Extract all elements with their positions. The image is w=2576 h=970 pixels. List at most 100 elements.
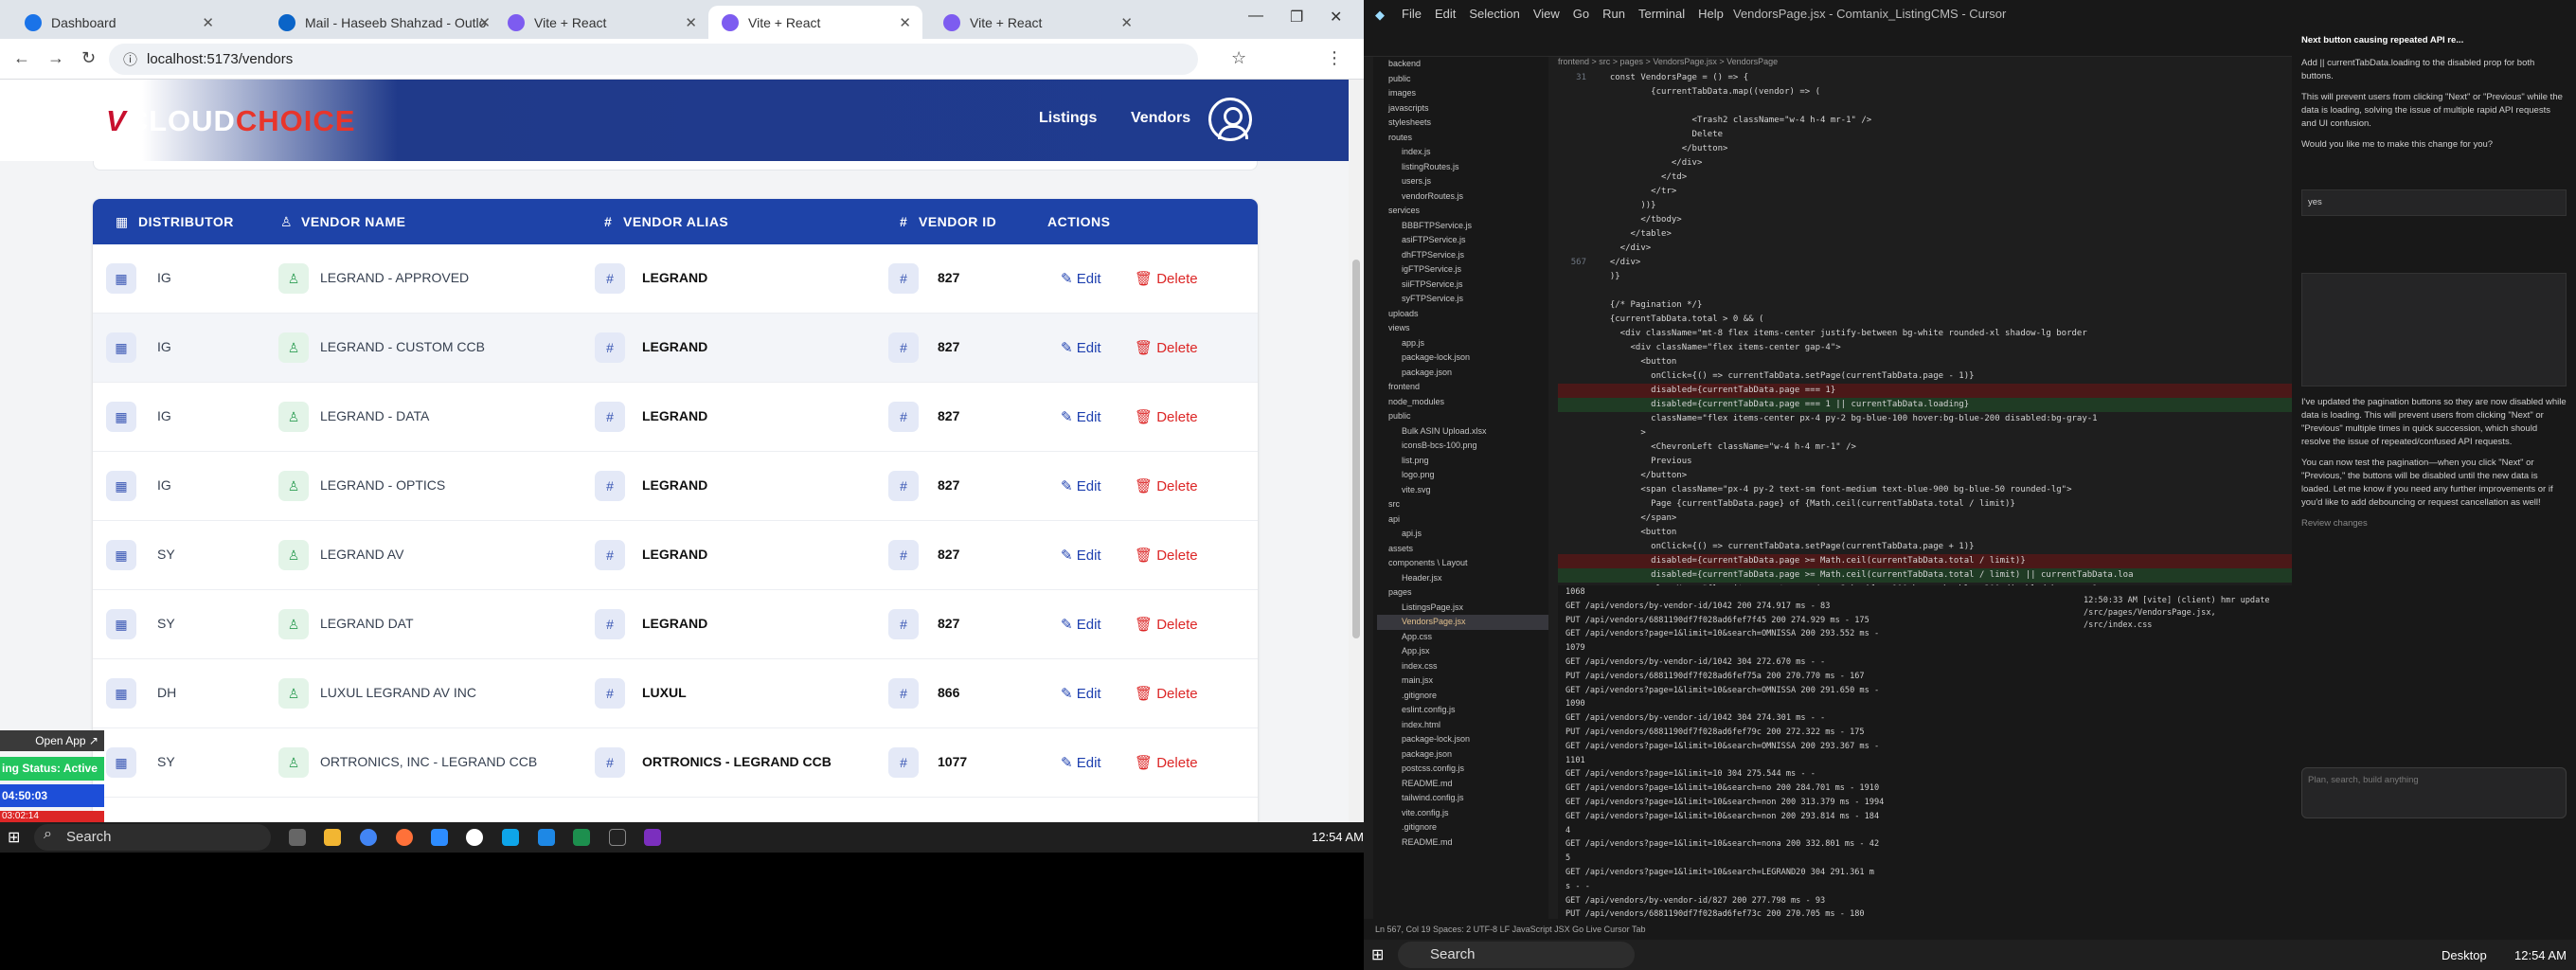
reload-icon[interactable]: ↻ — [81, 48, 96, 68]
ide-menu-item[interactable]: Run — [1602, 7, 1625, 21]
app-icon[interactable] — [466, 829, 483, 846]
close-window-icon[interactable]: ✕ — [1330, 8, 1342, 27]
explorer-item[interactable]: components \ Layout — [1377, 556, 1548, 571]
browser-tab[interactable]: Vite + React ✕ — [930, 6, 1144, 39]
explorer-item[interactable]: postcss.config.js — [1377, 762, 1548, 777]
delete-button[interactable]: 🗑 Delete — [1135, 339, 1198, 356]
browser-tab[interactable]: Vite + React ✕ — [494, 6, 708, 39]
minimize-icon[interactable]: — — [1248, 8, 1263, 25]
explorer-item[interactable]: list.png — [1377, 454, 1548, 469]
firefox-icon[interactable] — [396, 829, 413, 846]
explorer-item[interactable]: README.md — [1377, 835, 1548, 851]
explorer-item[interactable]: Header.jsx — [1377, 571, 1548, 586]
taskbar-search[interactable]: Search — [1398, 942, 1635, 968]
open-app-button[interactable]: Open App ↗ — [0, 730, 104, 751]
edit-button[interactable]: ✎ Edit — [1061, 339, 1101, 356]
explorer-item[interactable]: assets — [1377, 542, 1548, 557]
url-text[interactable]: localhost:5173/vendors — [147, 51, 293, 67]
explorer-item[interactable]: VendorsPage.jsx — [1377, 615, 1548, 630]
delete-button[interactable]: 🗑 Delete — [1135, 477, 1198, 494]
explorer-item[interactable]: App.css — [1377, 630, 1548, 645]
app-icon[interactable] — [538, 829, 555, 846]
explorer-item[interactable]: main.jsx — [1377, 674, 1548, 689]
explorer-item[interactable]: images — [1377, 86, 1548, 101]
table-row[interactable]: ▦ IG ♙ LEGRAND - OPTICS # LEGRAND #827 ✎ Edit 🗑 … — [93, 452, 1258, 521]
chat-input[interactable]: Plan, search, build anything — [2301, 767, 2567, 818]
explorer-item[interactable]: ListingsPage.jsx — [1377, 601, 1548, 616]
explorer-item[interactable]: package-lock.json — [1377, 350, 1548, 366]
excel-icon[interactable] — [573, 829, 590, 846]
ide-menu-item[interactable]: File — [1402, 7, 1422, 21]
explorer-item[interactable]: app.js — [1377, 336, 1548, 351]
explorer-item[interactable]: public — [1377, 409, 1548, 424]
explorer-item[interactable]: api — [1377, 512, 1548, 528]
edit-button[interactable]: ✎ Edit — [1061, 477, 1101, 494]
ide-menu-item[interactable]: Go — [1573, 7, 1589, 21]
tab-close-icon[interactable]: ✕ — [1120, 14, 1133, 31]
explorer-item[interactable]: frontend — [1377, 380, 1548, 395]
explorer-item[interactable]: vendorRoutes.js — [1377, 189, 1548, 205]
edit-button[interactable]: ✎ Edit — [1061, 408, 1101, 425]
explorer-item[interactable]: eslint.config.js — [1377, 703, 1548, 718]
page-scrollbar[interactable] — [1349, 80, 1364, 822]
windows-start-icon[interactable]: ⊞ — [8, 828, 20, 847]
taskbar-search[interactable]: Search — [34, 824, 271, 851]
table-row[interactable]: ▦ IG ♙ LEGRAND - DATA # LEGRAND #827 ✎ Edit 🗑 De… — [93, 383, 1258, 452]
ide-menu-item[interactable]: Help — [1698, 7, 1724, 21]
delete-button[interactable]: 🗑 Delete — [1135, 685, 1198, 702]
explorer-item[interactable]: api.js — [1377, 527, 1548, 542]
explorer-item[interactable]: dhFTPService.js — [1377, 248, 1548, 263]
explorer-item[interactable]: public — [1377, 72, 1548, 87]
delete-button[interactable]: 🗑 Delete — [1135, 270, 1198, 287]
explorer-item[interactable]: uploads — [1377, 307, 1548, 322]
explorer-item[interactable]: Bulk ASIN Upload.xlsx — [1377, 424, 1548, 440]
browser-tab[interactable]: Dashboard ✕ — [11, 6, 225, 39]
explorer-item[interactable]: logo.png — [1377, 468, 1548, 483]
explorer-item[interactable]: vite.config.js — [1377, 806, 1548, 821]
ide-menu-item[interactable]: View — [1533, 7, 1560, 21]
tab-close-icon[interactable]: ✕ — [202, 14, 214, 31]
explorer-item[interactable]: igFTPService.js — [1377, 262, 1548, 278]
edit-button[interactable]: ✎ Edit — [1061, 270, 1101, 287]
ide-menu-item[interactable]: Edit — [1435, 7, 1456, 21]
windows-start-icon[interactable]: ⊞ — [1371, 945, 1384, 964]
delete-button[interactable]: 🗑 Delete — [1135, 408, 1198, 425]
tab-close-icon[interactable]: ✕ — [899, 14, 911, 31]
explorer-item[interactable]: src — [1377, 497, 1548, 512]
explorer-item[interactable]: index.css — [1377, 659, 1548, 674]
explorer-item[interactable]: vite.svg — [1377, 483, 1548, 498]
ide-menu-item[interactable]: Selection — [1469, 7, 1519, 21]
review-changes-link[interactable]: Review changes — [2301, 517, 2567, 530]
task-view-icon[interactable] — [289, 829, 306, 846]
bookmark-star-icon[interactable]: ☆ — [1231, 48, 1246, 68]
cursor-icon[interactable] — [609, 829, 626, 846]
delete-button[interactable]: 🗑 Delete — [1135, 547, 1198, 564]
explorer-item[interactable]: .gitignore — [1377, 689, 1548, 704]
edit-button[interactable]: ✎ Edit — [1061, 616, 1101, 633]
explorer-item[interactable]: .gitignore — [1377, 820, 1548, 835]
chrome-icon[interactable] — [360, 829, 377, 846]
explorer-item[interactable]: App.jsx — [1377, 644, 1548, 659]
explorer-item[interactable]: services — [1377, 204, 1548, 219]
restore-icon[interactable]: ❐ — [1290, 8, 1303, 27]
onenote-icon[interactable] — [644, 829, 661, 846]
explorer-item[interactable]: iconsB-bcs-100.png — [1377, 439, 1548, 454]
tab-close-icon[interactable]: ✕ — [685, 14, 697, 31]
taskbar-clock[interactable]: 12:54 AM — [1312, 830, 1364, 844]
url-field[interactable]: localhost:5173/vendors — [109, 44, 1198, 75]
back-icon[interactable]: ← — [13, 48, 30, 68]
cloudchoice-logo[interactable]: VCLOUDCHOICE — [106, 104, 355, 138]
explorer-item[interactable]: BBBFTPService.js — [1377, 219, 1548, 234]
delete-button[interactable]: 🗑 Delete — [1135, 754, 1198, 771]
explorer-item[interactable]: listingRoutes.js — [1377, 160, 1548, 175]
explorer-item[interactable]: syFTPService.js — [1377, 292, 1548, 307]
browser-tab[interactable]: Mail - Haseeb Shahzad - Outlo ✕ — [265, 6, 502, 39]
forward-icon[interactable]: → — [47, 48, 64, 68]
explorer-item[interactable]: javascripts — [1377, 101, 1548, 117]
app-icon[interactable] — [502, 829, 519, 846]
edit-button[interactable]: ✎ Edit — [1061, 685, 1101, 702]
site-info-icon[interactable]: ⓘ — [123, 49, 137, 69]
explorer-item[interactable]: routes — [1377, 131, 1548, 146]
tab-close-icon[interactable]: ✕ — [478, 14, 491, 31]
explorer-item[interactable]: package.json — [1377, 366, 1548, 381]
